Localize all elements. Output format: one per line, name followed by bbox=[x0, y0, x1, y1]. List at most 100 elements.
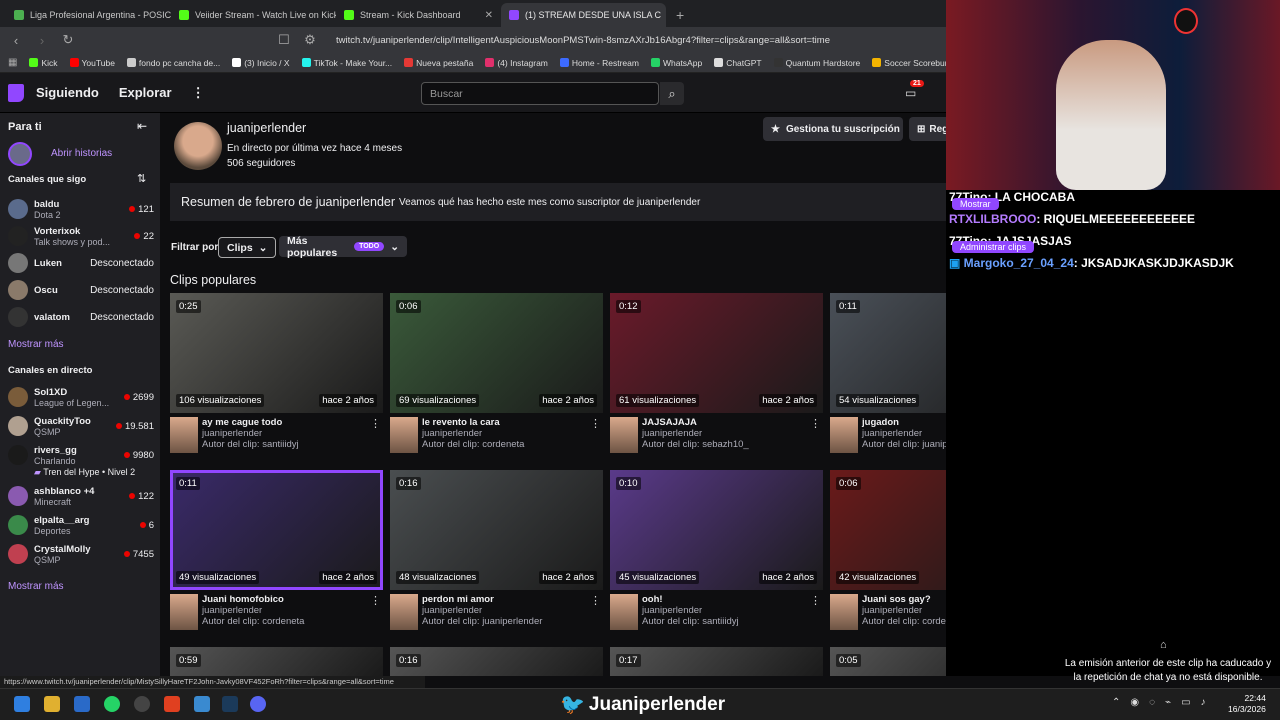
sidebar-channel[interactable]: Luken Desconectado bbox=[8, 251, 154, 275]
chat-username[interactable]: Margoko_27_04_24 bbox=[964, 256, 1074, 270]
apps-grid-icon[interactable]: ▦ bbox=[8, 57, 17, 68]
clip-channel-avatar[interactable] bbox=[610, 417, 638, 453]
bookmark-item[interactable]: ChatGPT bbox=[714, 58, 762, 68]
clip-title[interactable]: JAJSAJAJA bbox=[642, 417, 749, 428]
windows-start-icon[interactable] bbox=[14, 696, 30, 712]
search-icon[interactable]: ⌕ bbox=[660, 82, 684, 105]
notepad-icon[interactable] bbox=[194, 696, 210, 712]
steam-icon[interactable] bbox=[222, 696, 238, 712]
sidebar-channel[interactable]: Vorterixok Talk shows y pod... 22 bbox=[8, 224, 154, 248]
clip-thumbnail[interactable]: 0:16 bbox=[390, 647, 603, 676]
sidebar-channel[interactable]: baldu Dota 2 121 bbox=[8, 197, 154, 221]
clip-card[interactable]: 0:10 45 visualizaciones hace 2 años ooh! jua… bbox=[610, 470, 823, 630]
reload-icon[interactable]: ↻ bbox=[60, 32, 76, 48]
show-more-live[interactable]: Mostrar más bbox=[8, 581, 64, 592]
bookmark-item[interactable]: Nueva pestaña bbox=[404, 58, 473, 68]
clip-thumbnail[interactable]: 0:11 49 visualizaciones hace 2 años bbox=[170, 470, 383, 590]
clip-channel-avatar[interactable] bbox=[390, 594, 418, 630]
obs-icon[interactable] bbox=[134, 696, 150, 712]
clip-channel[interactable]: juaniperlender bbox=[422, 428, 524, 439]
more-options-icon[interactable]: ⋮ bbox=[370, 594, 381, 607]
clip-channel-avatar[interactable] bbox=[170, 417, 198, 453]
clip-title[interactable]: ay me cague todo bbox=[202, 417, 299, 428]
inbox-icon[interactable]: ▭ bbox=[905, 86, 916, 100]
brave-icon[interactable] bbox=[164, 696, 180, 712]
sidebar-channel[interactable]: CrystalMolly QSMP 7455 bbox=[8, 542, 154, 566]
forward-icon[interactable]: › bbox=[34, 33, 50, 48]
new-tab-button[interactable]: + bbox=[666, 7, 694, 27]
twitch-logo-icon[interactable] bbox=[8, 83, 24, 102]
clip-title[interactable]: ooh! bbox=[642, 594, 739, 605]
clip-title[interactable]: Juani homofobico bbox=[202, 594, 304, 605]
close-tab-icon[interactable]: ✕ bbox=[485, 10, 493, 21]
store-icon[interactable] bbox=[74, 696, 90, 712]
clip-channel[interactable]: juaniperlender bbox=[202, 605, 304, 616]
sidebar-channel[interactable]: QuackityToo QSMP 19.581 bbox=[8, 414, 154, 438]
sidebar-channel[interactable]: ashblanco +4 Minecraft 122 bbox=[8, 484, 154, 508]
manage-clips-chip[interactable]: Administrar clips bbox=[952, 241, 1035, 253]
clip-card[interactable]: 0:12 61 visualizaciones hace 2 años JAJSAJA… bbox=[610, 293, 823, 453]
sidebar-channel[interactable]: rivers_gg Charlando 9980 bbox=[8, 443, 154, 467]
sidebar-channel[interactable]: elpalta__arg Deportes 6 bbox=[8, 513, 154, 537]
sort-icon[interactable]: ⇅ bbox=[137, 172, 146, 185]
clip-title[interactable]: le revento la cara bbox=[422, 417, 524, 428]
chat-username[interactable]: RTXLILBROOO bbox=[949, 212, 1036, 226]
back-icon[interactable]: ‹ bbox=[8, 33, 24, 48]
clip-channel-avatar[interactable] bbox=[390, 417, 418, 453]
more-menu-icon[interactable]: ⋮ bbox=[192, 85, 205, 101]
bookmark-item[interactable]: Quantum Hardstore bbox=[773, 58, 860, 68]
bookmark-item[interactable]: YouTube bbox=[69, 58, 115, 68]
bookmark-star-icon[interactable]: ☐ bbox=[276, 32, 292, 48]
search-input[interactable]: Buscar bbox=[421, 82, 659, 105]
more-options-icon[interactable]: ⋮ bbox=[590, 417, 601, 430]
nav-following[interactable]: Siguiendo bbox=[36, 85, 99, 100]
clip-channel-avatar[interactable] bbox=[170, 594, 198, 630]
collapse-sidebar-icon[interactable]: ⇤ bbox=[137, 119, 147, 133]
more-options-icon[interactable]: ⋮ bbox=[810, 417, 821, 430]
clip-channel-avatar[interactable] bbox=[830, 417, 858, 453]
clip-thumbnail[interactable]: 0:12 61 visualizaciones hace 2 años bbox=[610, 293, 823, 413]
browser-tab[interactable]: Veiider Stream - Watch Live on Kick✕ bbox=[171, 3, 336, 27]
clip-channel[interactable]: juaniperlender bbox=[642, 605, 739, 616]
clip-thumbnail[interactable]: 0:10 45 visualizaciones hace 2 años bbox=[610, 470, 823, 590]
sort-dropdown[interactable]: Más populares TODO ⌄ bbox=[279, 235, 407, 259]
sidebar-channel[interactable]: Oscu Desconectado bbox=[8, 278, 154, 302]
clip-channel[interactable]: juaniperlender bbox=[422, 605, 542, 616]
show-more-followed[interactable]: Mostrar más bbox=[8, 339, 64, 350]
browser-tab[interactable]: Liga Profesional Argentina - POSICIO✕ bbox=[6, 3, 171, 27]
clip-card[interactable]: 0:06 69 visualizaciones hace 2 años le reve… bbox=[390, 293, 603, 453]
gift-button[interactable]: ⊞ Regalar bbox=[909, 117, 949, 141]
more-options-icon[interactable]: ⋮ bbox=[810, 594, 821, 607]
manage-subscription-button[interactable]: ★ Gestiona tu suscripción bbox=[763, 117, 903, 141]
clip-title[interactable]: perdon mi amor bbox=[422, 594, 542, 605]
bookmark-item[interactable]: Home - Restream bbox=[559, 58, 639, 68]
clip-thumbnail[interactable]: 0:06 69 visualizaciones hace 2 años bbox=[390, 293, 603, 413]
browser-tab[interactable]: (1) STREAM DESDE UNA ISLA C✕ bbox=[501, 3, 666, 27]
clip-thumbnail[interactable]: 0:59 bbox=[170, 647, 383, 676]
sidebar-channel[interactable]: Sol1XD League of Legen... 2699 bbox=[8, 385, 154, 409]
show-chip[interactable]: Mostrar bbox=[952, 198, 999, 210]
url-field[interactable]: twitch.tv/juaniperlender/clip/Intelligen… bbox=[336, 35, 830, 46]
clip-card[interactable]: 0:16 48 visualizaciones hace 2 años perdon … bbox=[390, 470, 603, 630]
stories-avatar[interactable] bbox=[8, 142, 32, 166]
discord-icon[interactable] bbox=[250, 696, 266, 712]
clip-card[interactable]: 0:11 49 visualizaciones hace 2 años Juani h… bbox=[170, 470, 383, 630]
whatsapp-icon[interactable] bbox=[104, 696, 120, 712]
channel-name[interactable]: juaniperlender bbox=[227, 121, 306, 135]
clip-channel[interactable]: juaniperlender bbox=[642, 428, 749, 439]
bookmark-item[interactable]: fondo pc cancha de... bbox=[126, 58, 220, 68]
sidebar-channel[interactable]: valatom Desconectado bbox=[8, 305, 154, 329]
clip-thumbnail[interactable]: 0:25 106 visualizaciones hace 2 años bbox=[170, 293, 383, 413]
bookmark-item[interactable]: WhatsApp bbox=[650, 58, 702, 68]
channel-avatar[interactable] bbox=[174, 122, 222, 170]
nav-browse[interactable]: Explorar bbox=[119, 85, 172, 100]
bookmark-item[interactable]: (3) Inicio / X bbox=[232, 58, 290, 68]
system-tray-icons[interactable]: ⌃◉◌⌁▭♪ bbox=[1112, 697, 1216, 708]
clip-card[interactable]: 0:25 106 visualizaciones hace 2 años ay me … bbox=[170, 293, 383, 453]
bookmark-item[interactable]: Kick bbox=[29, 58, 58, 68]
monthly-recap-banner[interactable]: Resumen de febrero de juaniperlender Vea… bbox=[170, 183, 946, 221]
clip-thumbnail[interactable]: 0:16 48 visualizaciones hace 2 años bbox=[390, 470, 603, 590]
bookmark-item[interactable]: TikTok - Make Your... bbox=[301, 58, 392, 68]
clip-channel[interactable]: juaniperlender bbox=[202, 428, 299, 439]
clip-channel-avatar[interactable] bbox=[610, 594, 638, 630]
